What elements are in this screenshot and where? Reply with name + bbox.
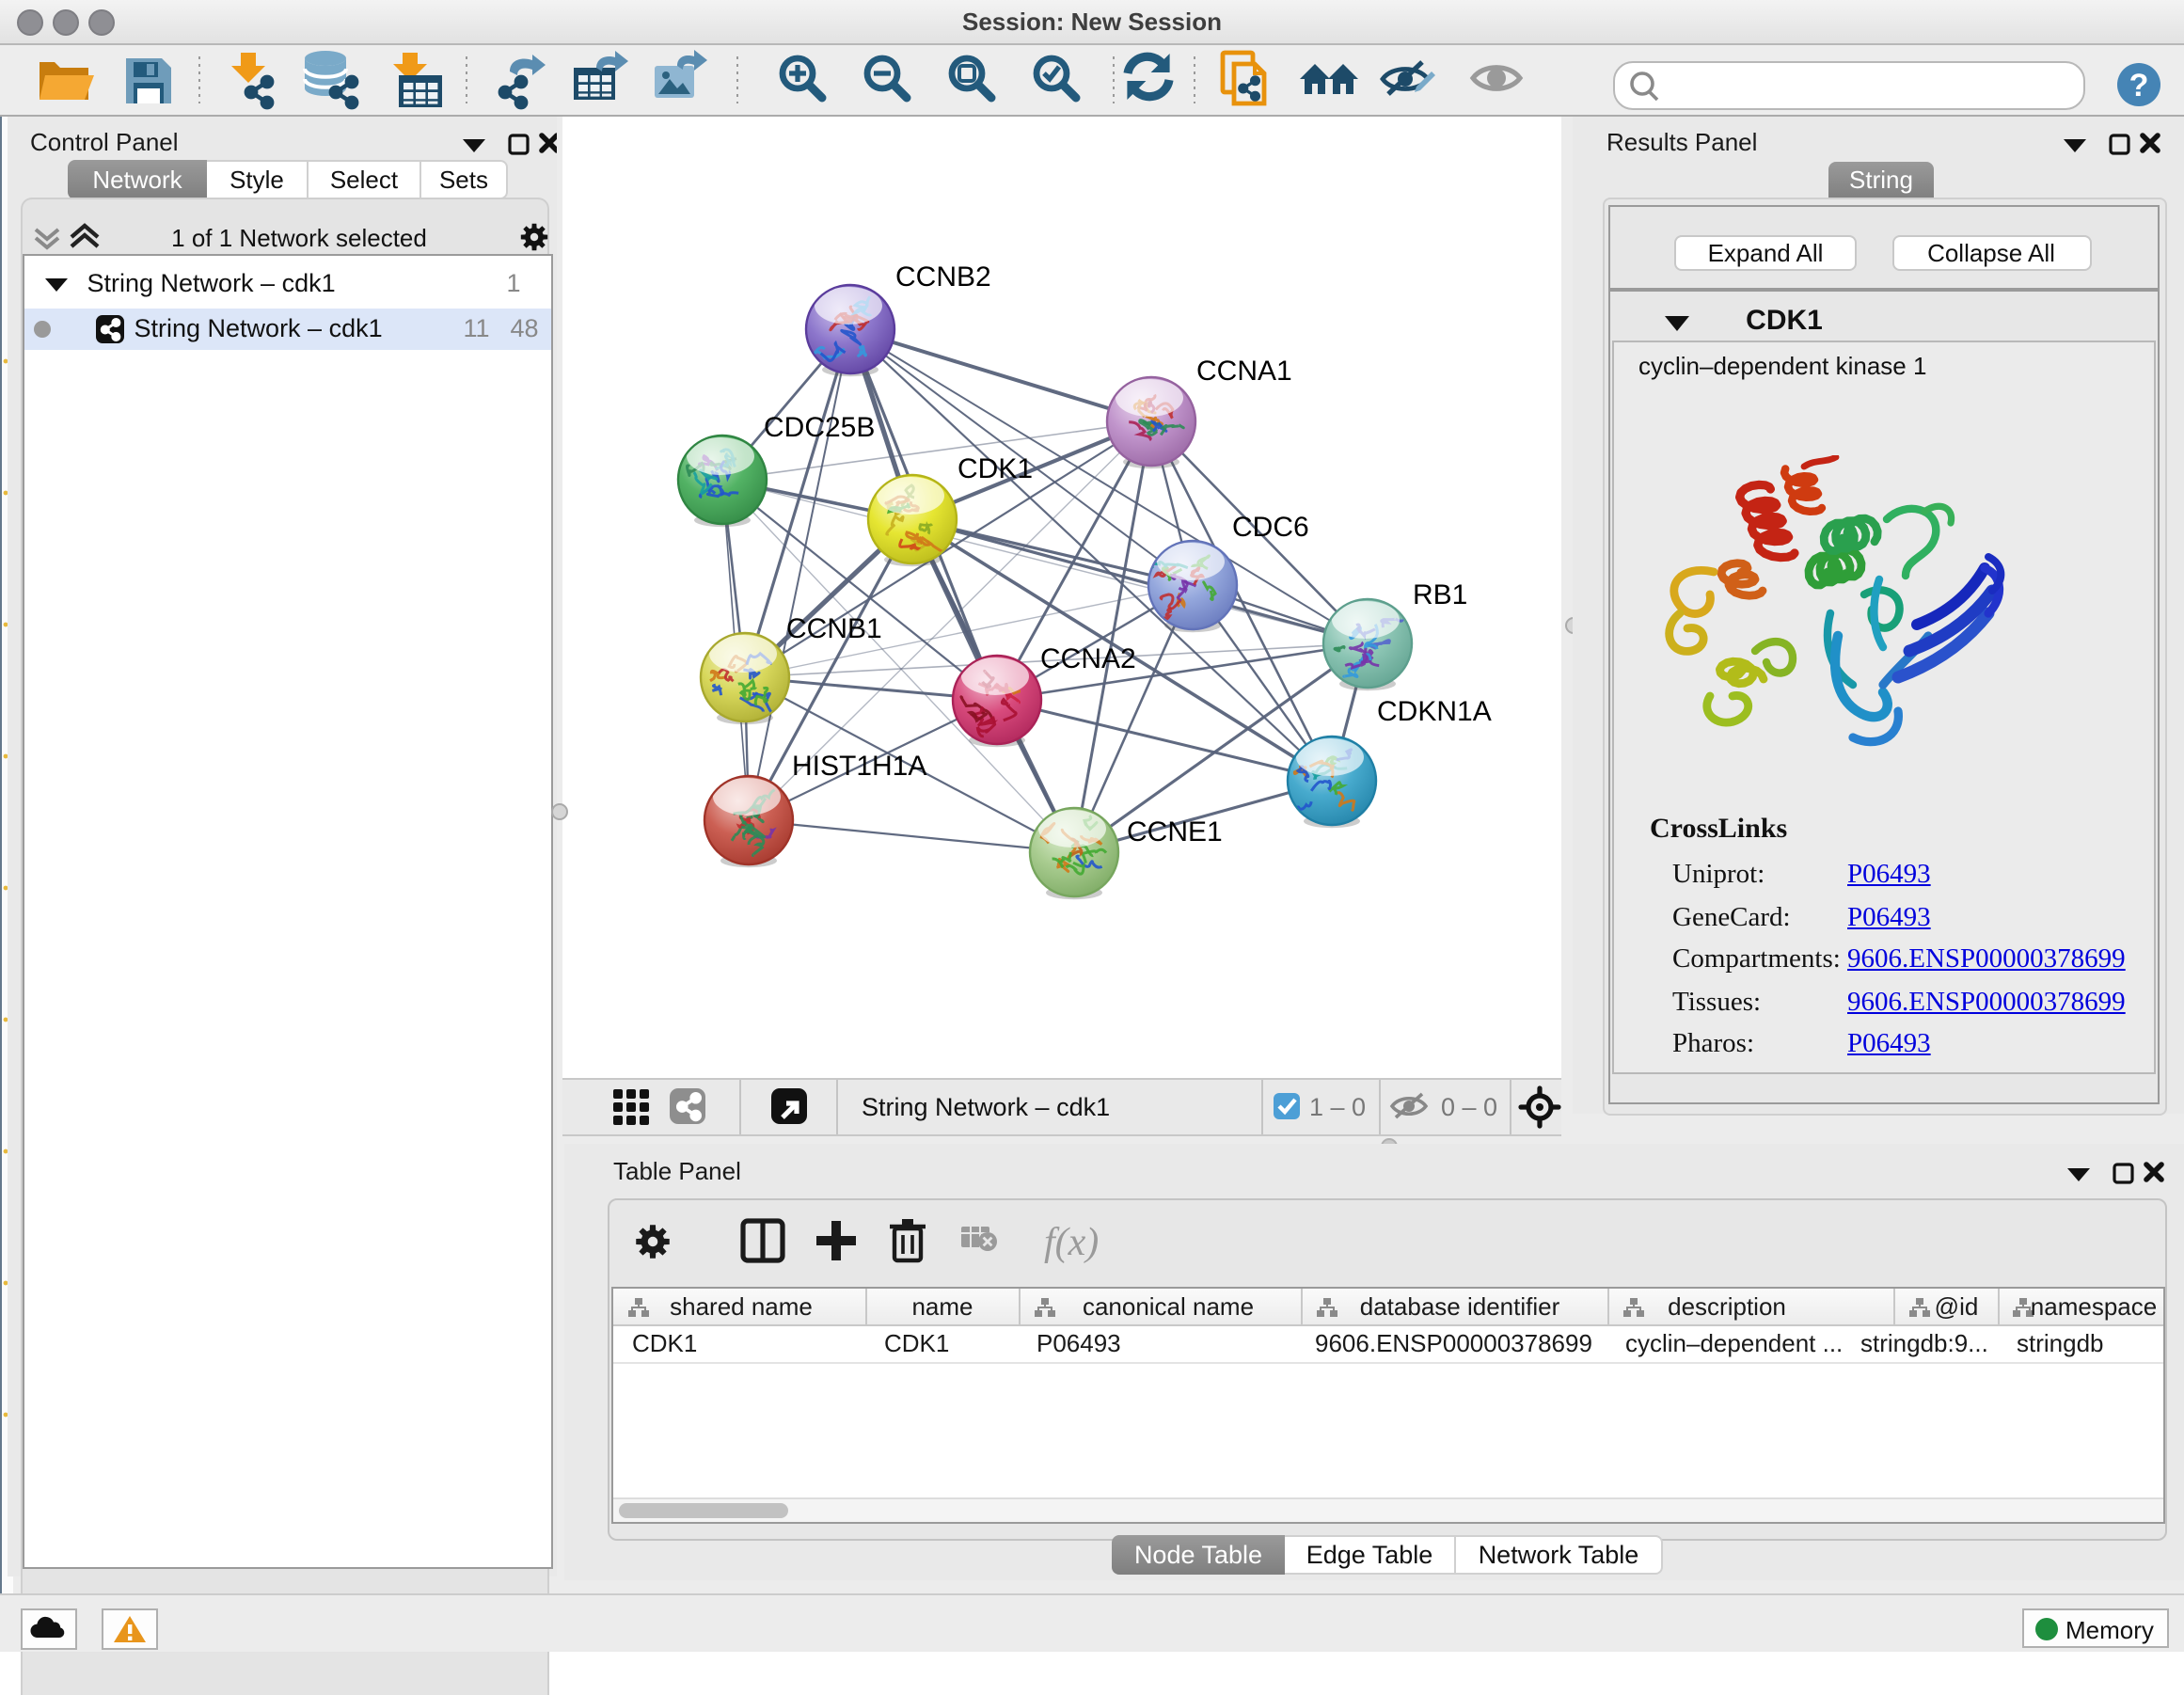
svg-text:CDC25B: CDC25B	[764, 412, 875, 443]
svg-text:cyclin–dependent ...: cyclin–dependent ...	[1625, 1328, 1843, 1356]
svg-text:stringdb:9...: stringdb:9...	[1860, 1328, 1988, 1356]
svg-text:CDKN1A: CDKN1A	[1377, 696, 1492, 727]
svg-text:1 of 1 Network selected: 1 of 1 Network selected	[171, 224, 427, 252]
svg-text:CCNA1: CCNA1	[1196, 356, 1292, 387]
svg-text:canonical name: canonical name	[1083, 1291, 1254, 1320]
svg-text:0 – 0: 0 – 0	[1441, 1093, 1497, 1121]
svg-text:shared name: shared name	[670, 1291, 813, 1320]
svg-text:CDK1: CDK1	[884, 1328, 949, 1356]
svg-text:database identifier: database identifier	[1360, 1291, 1560, 1320]
svg-text:CCNE1: CCNE1	[1127, 816, 1223, 848]
svg-text:9606.ENSP00000378699: 9606.ENSP00000378699	[1315, 1328, 1592, 1356]
svg-text:CDC6: CDC6	[1232, 512, 1309, 543]
svg-text:P06493: P06493	[1037, 1328, 1121, 1356]
svg-text:f(x): f(x)	[1043, 1221, 1098, 1264]
svg-text:String Network – cdk1: String Network – cdk1	[862, 1093, 1110, 1121]
svg-text:RB1: RB1	[1413, 579, 1467, 610]
svg-text:CDK1: CDK1	[632, 1328, 697, 1356]
svg-text:CCNB2: CCNB2	[895, 261, 991, 293]
svg-text:description: description	[1668, 1291, 1786, 1320]
svg-text:?: ?	[2129, 68, 2149, 103]
svg-text:CCNB1: CCNB1	[786, 613, 882, 644]
svg-text:name: name	[911, 1291, 973, 1320]
svg-text:CDK1: CDK1	[957, 453, 1033, 484]
svg-text:@id: @id	[1935, 1291, 1979, 1320]
svg-text:namespace: namespace	[2031, 1291, 2157, 1320]
svg-text:CCNA2: CCNA2	[1040, 643, 1136, 674]
svg-text:stringdb: stringdb	[2017, 1328, 2104, 1356]
svg-text:1 – 0: 1 – 0	[1309, 1093, 1366, 1121]
svg-text:HIST1H1A: HIST1H1A	[792, 751, 926, 782]
